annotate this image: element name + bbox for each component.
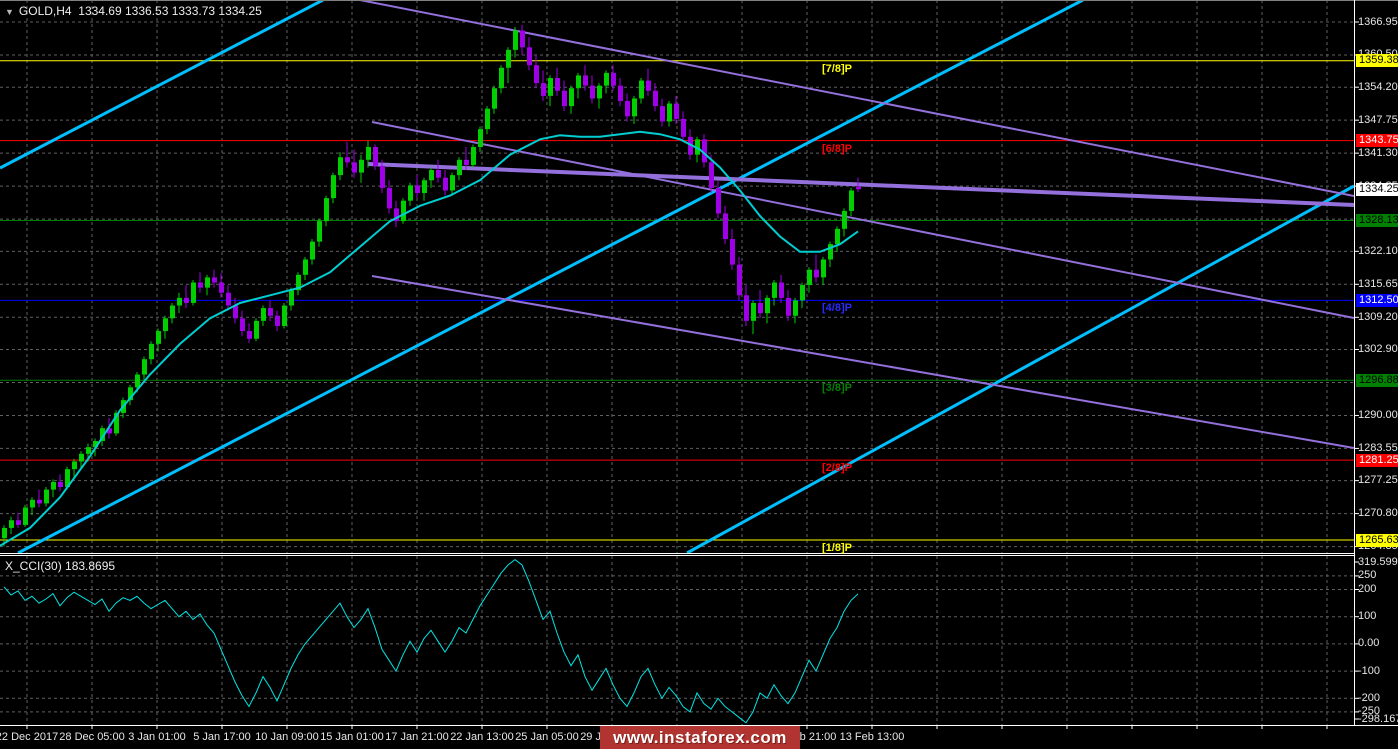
chart-canvas[interactable] [0, 0, 1398, 749]
indicator-label: X_CCI(30) 183.8695 [5, 559, 116, 573]
symbol-marker-icon: ▼ [5, 7, 14, 17]
broker-watermark: www.instaforex.com [600, 726, 800, 749]
chart-symbol-period: GOLD,H4 [18, 4, 72, 18]
chart-ohlc-values: 1334.69 1336.53 1333.73 1334.25 [78, 4, 262, 18]
chart-header: ▼ GOLD,H4 1334.69 1336.53 1333.73 1334.25 [5, 4, 262, 18]
watermark-text: www.instaforex.com [613, 727, 787, 747]
chart-window: 1366.95 1360.50 1354.20 1347.75 1341.30 1334.… [0, 0, 1398, 749]
